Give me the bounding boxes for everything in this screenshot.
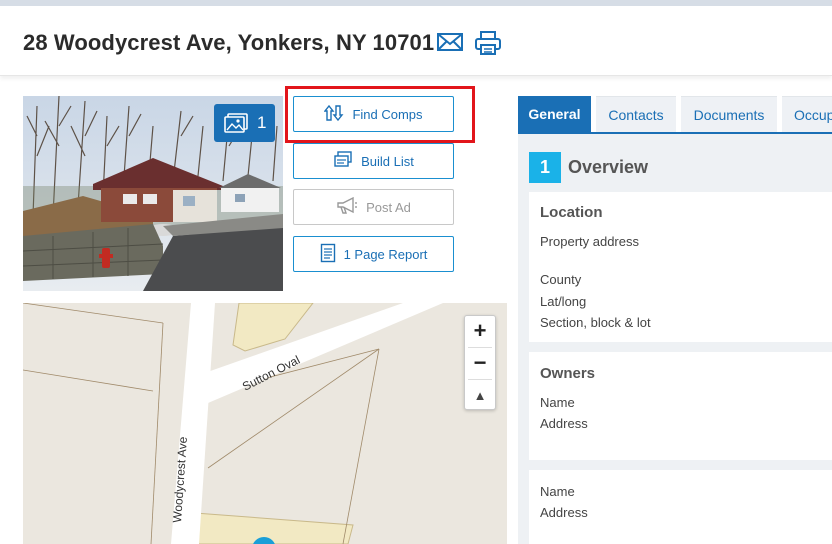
find-comps-icon <box>323 104 344 125</box>
section-block-lot-label: Section, block & lot <box>540 315 651 330</box>
county-label: County <box>540 272 582 287</box>
build-list-button[interactable]: Build List <box>293 143 454 179</box>
overview-title: Overview <box>568 157 649 177</box>
owner-card-2: Name Address <box>529 470 832 544</box>
tab-occupants[interactable]: Occup <box>782 96 832 132</box>
post-ad-button[interactable]: Post Ad <box>293 189 454 225</box>
zoom-out-button[interactable]: − <box>465 348 495 378</box>
owners-card: Owners Name Address <box>529 352 832 460</box>
report-icon <box>320 243 336 266</box>
overview-number-badge: 1 <box>529 152 561 183</box>
owner-name-label: Name <box>540 484 575 499</box>
property-map[interactable]: Sutton Oval Woodycrest Ave <box>23 303 507 544</box>
megaphone-icon <box>336 196 358 218</box>
tab-general[interactable]: General <box>518 96 591 132</box>
tab-documents[interactable]: Documents <box>681 96 777 132</box>
find-comps-label: Find Comps <box>352 106 423 122</box>
compass-icon[interactable]: ▲ <box>465 380 495 410</box>
owner-address-label: Address <box>540 505 588 520</box>
lat-long-label: Lat/long <box>540 294 587 309</box>
printer-icon[interactable] <box>474 30 504 58</box>
page-title: 28 Woodycrest Ave, Yonkers, NY 10701 <box>23 30 435 55</box>
location-card: Location Property address County Lat/lon… <box>529 192 832 342</box>
owners-heading: Owners <box>540 365 596 382</box>
tab-contacts[interactable]: Contacts <box>596 96 676 132</box>
build-list-icon <box>333 150 353 172</box>
page-report-button[interactable]: 1 Page Report <box>293 236 454 272</box>
property-address-label: Property address <box>540 234 639 249</box>
build-list-label: Build List <box>361 153 414 169</box>
photo-count-badge[interactable]: 1 <box>214 104 275 142</box>
photos-icon <box>223 112 249 139</box>
envelope-icon[interactable] <box>436 30 466 58</box>
photo-count: 1 <box>257 113 267 132</box>
location-heading: Location <box>540 204 603 221</box>
owner-address-label: Address <box>540 416 588 431</box>
owner-name-label: Name <box>540 395 575 410</box>
page-report-label: 1 Page Report <box>343 246 428 262</box>
find-comps-button[interactable]: Find Comps <box>293 96 454 132</box>
map-zoom-control: + − ▲ <box>464 315 496 410</box>
zoom-in-button[interactable]: + <box>465 316 495 346</box>
post-ad-label: Post Ad <box>366 199 411 215</box>
